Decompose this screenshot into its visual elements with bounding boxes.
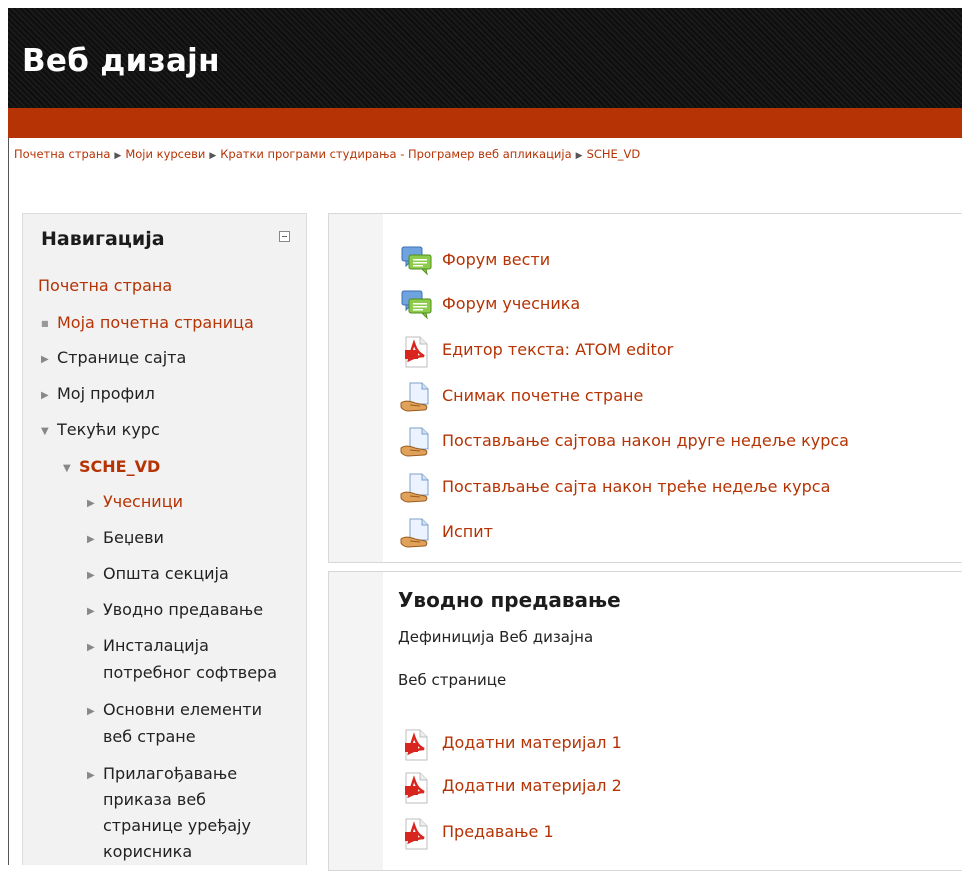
expand-arrow-icon[interactable]: ▶ bbox=[87, 563, 103, 589]
section-summary-line1: Дефиниција Веб дизајна bbox=[398, 628, 594, 646]
nav-my-profile-item[interactable]: ▶ Мој профил bbox=[41, 381, 155, 409]
nav-site-pages[interactable]: Странице сајта bbox=[57, 348, 186, 367]
collapse-block-icon[interactable] bbox=[279, 231, 290, 242]
breadcrumb-home[interactable]: Почетна страна bbox=[14, 147, 110, 161]
assignment-icon bbox=[400, 427, 429, 457]
activity-label[interactable]: Испит bbox=[442, 522, 493, 541]
resource-label[interactable]: Додатни материјал 1 bbox=[442, 733, 622, 752]
breadcrumb-separator-icon: ▶ bbox=[209, 151, 217, 161]
nav-participants-item[interactable]: ▶ Учесници bbox=[87, 489, 183, 517]
nav-intro-lecture[interactable]: Уводно предавање bbox=[103, 600, 263, 619]
site-title[interactable]: Веб дизајн bbox=[22, 43, 220, 79]
expand-arrow-icon[interactable]: ▶ bbox=[87, 635, 103, 661]
nav-basics-line2[interactable]: веб стране bbox=[103, 724, 196, 750]
expand-arrow-icon[interactable]: ▶ bbox=[41, 347, 57, 373]
breadcrumb-course[interactable]: SCHE_VD bbox=[587, 147, 641, 161]
header-accent-bar bbox=[8, 108, 962, 138]
nav-adapt-line4[interactable]: корисника bbox=[103, 839, 192, 865]
nav-badges-item[interactable]: ▶ Беџеви bbox=[87, 525, 164, 553]
nav-current-course-item[interactable]: ▼ Текући курс bbox=[41, 417, 160, 445]
collapse-arrow-icon[interactable]: ▼ bbox=[41, 419, 57, 445]
breadcrumb-separator-icon: ▶ bbox=[114, 151, 122, 161]
breadcrumb: Почетна страна ▶ Моји курсеви ▶ Кратки прогр… bbox=[14, 147, 640, 161]
expand-arrow-icon[interactable]: ▶ bbox=[87, 763, 103, 789]
assignment-icon bbox=[400, 473, 429, 503]
pdf-icon bbox=[403, 818, 429, 850]
nav-adapt-line2[interactable]: приказа веб bbox=[103, 787, 206, 813]
assignment-icon bbox=[400, 518, 429, 548]
bullet-icon: ■ bbox=[41, 319, 49, 328]
section-title: Уводно предавање bbox=[398, 588, 621, 612]
navigation-block: Навигација Почетна страна ■ Моја почетна … bbox=[22, 213, 307, 865]
expand-arrow-icon[interactable]: ▶ bbox=[87, 599, 103, 625]
nav-course[interactable]: SCHE_VD bbox=[79, 457, 160, 476]
nav-adapt-line1[interactable]: Прилагођавање bbox=[103, 764, 237, 783]
nav-home[interactable]: Почетна страна bbox=[38, 273, 172, 299]
breadcrumb-program[interactable]: Кратки програми студирања - Програмер ве… bbox=[220, 147, 571, 161]
expand-arrow-icon[interactable]: ▶ bbox=[87, 699, 103, 725]
nav-badges[interactable]: Беџеви bbox=[103, 528, 164, 547]
nav-my-home-item: ■ Моја почетна страница bbox=[41, 310, 254, 337]
expand-arrow-icon[interactable]: ▶ bbox=[41, 383, 57, 409]
nav-basics-line1[interactable]: Основни елементи bbox=[103, 700, 262, 719]
section-summary-line2: Веб странице bbox=[398, 671, 507, 689]
nav-participants[interactable]: Учесници bbox=[103, 492, 183, 511]
nav-adapt-line3[interactable]: странице уређају bbox=[103, 813, 251, 839]
nav-adapt-item[interactable]: ▶ Прилагођавање bbox=[87, 761, 237, 789]
nav-current-course[interactable]: Текући курс bbox=[57, 420, 160, 439]
navigation-title: Навигација bbox=[41, 228, 165, 250]
nav-my-profile[interactable]: Мој профил bbox=[57, 384, 155, 403]
page-header: Веб дизајн bbox=[8, 8, 962, 108]
nav-site-pages-item[interactable]: ▶ Странице сајта bbox=[41, 345, 186, 373]
nav-general-section-item[interactable]: ▶ Општа секција bbox=[87, 561, 229, 589]
resource-label[interactable]: Предавање 1 bbox=[442, 822, 554, 841]
resource-label[interactable]: Додатни материјал 2 bbox=[442, 776, 622, 795]
expand-arrow-icon[interactable]: ▶ bbox=[87, 527, 103, 553]
activity-label[interactable]: Постављање сајта након треће недеље курс… bbox=[442, 477, 830, 496]
forum-icon bbox=[401, 290, 432, 319]
nav-basics-item[interactable]: ▶ Основни елементи bbox=[87, 697, 262, 725]
nav-my-home[interactable]: Моја почетна страница bbox=[57, 313, 254, 332]
nav-install-item[interactable]: ▶ Инсталација bbox=[87, 633, 209, 661]
activity-label[interactable]: Снимак почетне стране bbox=[442, 386, 643, 405]
activity-label[interactable]: Едитор текста: ATOM editor bbox=[442, 340, 673, 359]
pdf-icon bbox=[403, 336, 429, 368]
pdf-icon bbox=[403, 729, 429, 761]
assignment-icon bbox=[400, 382, 429, 412]
activity-label[interactable]: Форум учесника bbox=[442, 294, 580, 313]
nav-intro-lecture-item[interactable]: ▶ Уводно предавање bbox=[87, 597, 263, 625]
collapse-arrow-icon[interactable]: ▼ bbox=[63, 456, 79, 482]
forum-icon bbox=[401, 246, 432, 275]
breadcrumb-my-courses[interactable]: Моји курсеви bbox=[125, 147, 205, 161]
pdf-icon bbox=[403, 772, 429, 804]
activity-label[interactable]: Форум вести bbox=[442, 250, 550, 269]
nav-general-section[interactable]: Општа секција bbox=[103, 564, 229, 583]
breadcrumb-separator-icon: ▶ bbox=[575, 151, 583, 161]
nav-install-line2[interactable]: потребног софтвера bbox=[103, 660, 277, 686]
expand-arrow-icon[interactable]: ▶ bbox=[87, 491, 103, 517]
nav-install-line1[interactable]: Инсталација bbox=[103, 636, 209, 655]
nav-course-item[interactable]: ▼ SCHE_VD bbox=[63, 454, 160, 482]
page-left-border bbox=[8, 138, 9, 865]
activity-label[interactable]: Постављање сајтова након друге недеље ку… bbox=[442, 431, 849, 450]
